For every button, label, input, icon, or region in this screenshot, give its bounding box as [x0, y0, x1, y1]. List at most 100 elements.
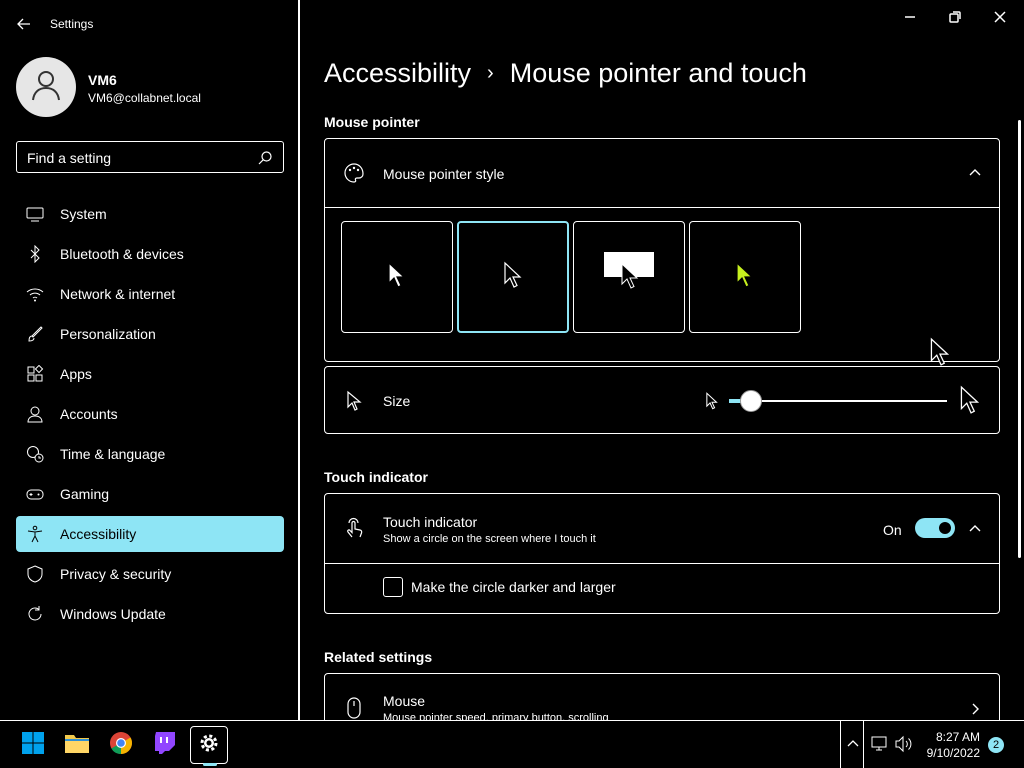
sidebar-item-windows-update[interactable]: Windows Update — [16, 596, 284, 632]
inverted-preview — [604, 252, 654, 302]
small-cursor-icon — [705, 392, 719, 415]
sidebar-item-personalization[interactable]: Personalization — [16, 316, 284, 352]
person-icon — [26, 405, 44, 423]
custom-color-cursor-icon — [735, 261, 755, 294]
sidebar-item-gaming[interactable]: Gaming — [16, 476, 284, 512]
sidebar-item-label: Privacy & security — [60, 566, 172, 582]
touch-hand-icon — [343, 517, 365, 539]
sidebar-nav: System Bluetooth & devices Network & int… — [16, 196, 284, 636]
clock[interactable]: 8:27 AM 9/10/2022 — [918, 729, 980, 761]
volume-icon[interactable] — [894, 735, 914, 758]
sidebar-item-label: Accessibility — [60, 526, 137, 542]
touch-indicator-header[interactable]: Touch indicator Show a circle on the scr… — [325, 494, 999, 563]
monitor-icon — [26, 205, 44, 223]
pointer-style-white[interactable] — [341, 221, 453, 333]
pointer-style-inverted[interactable] — [573, 221, 685, 333]
section-title-touch-indicator: Touch indicator — [324, 469, 428, 485]
update-icon — [26, 605, 44, 623]
sidebar-item-network[interactable]: Network & internet — [16, 276, 284, 312]
sidebar-item-accessibility[interactable]: Accessibility — [16, 516, 284, 552]
chrome-button[interactable] — [102, 726, 140, 764]
sidebar-item-time-language[interactable]: Time & language — [16, 436, 284, 472]
darker-circle-label: Make the circle darker and larger — [411, 579, 616, 595]
toggle-knob — [939, 522, 951, 534]
globe-clock-icon — [26, 445, 44, 463]
sidebar-item-label: Gaming — [60, 486, 110, 502]
sidebar-item-privacy[interactable]: Privacy & security — [16, 556, 284, 592]
sidebar-item-label: Windows Update — [60, 606, 166, 622]
sidebar-item-bluetooth[interactable]: Bluetooth & devices — [16, 236, 284, 272]
card-divider — [325, 207, 999, 208]
settings-button[interactable] — [190, 726, 228, 764]
sidebar-item-system[interactable]: System — [16, 196, 284, 232]
darker-circle-row: Make the circle darker and larger — [325, 563, 999, 613]
section-title-related-settings: Related settings — [324, 649, 433, 665]
cursor-icon — [343, 390, 365, 412]
chevron-right-icon — [968, 702, 982, 716]
chevron-up-icon[interactable] — [968, 166, 982, 180]
touch-indicator-card: Touch indicator Show a circle on the scr… — [324, 493, 1000, 614]
pointer-size-card: Size — [324, 366, 1000, 434]
page-title: Mouse pointer and touch — [509, 58, 807, 88]
sidebar-item-label: Network & internet — [60, 286, 176, 302]
clock-date: 9/10/2022 — [926, 746, 980, 760]
show-hidden-icons-button[interactable] — [840, 721, 864, 768]
chevron-up-icon[interactable] — [968, 522, 982, 536]
pointer-style-label: Mouse pointer style — [383, 166, 505, 182]
mouse-icon — [343, 697, 365, 719]
sidebar-item-label: System — [60, 206, 107, 222]
sidebar-item-label: Accounts — [60, 406, 118, 422]
app-title: Settings — [50, 17, 94, 31]
sidebar-item-accounts[interactable]: Accounts — [16, 396, 284, 432]
pointer-style-card: Mouse pointer style — [324, 138, 1000, 366]
size-slider-thumb[interactable] — [739, 390, 762, 412]
sidebar-item-apps[interactable]: Apps — [16, 356, 284, 392]
accessibility-icon — [26, 525, 44, 543]
pointer-size-label: Size — [383, 393, 411, 409]
sidebar-item-label: Apps — [60, 366, 92, 382]
chevron-up-icon — [846, 737, 860, 756]
windows-start-icon — [21, 731, 45, 760]
mouse-settings-label: Mouse — [383, 693, 426, 709]
settings-gear-icon — [198, 732, 220, 759]
shield-icon — [26, 565, 44, 583]
bluetooth-icon — [26, 244, 44, 264]
back-arrow-icon[interactable] — [14, 14, 34, 34]
file-explorer-icon — [64, 731, 90, 760]
clock-time: 8:27 AM — [935, 730, 980, 744]
pointer-style-custom[interactable] — [689, 221, 801, 333]
start-button[interactable] — [14, 726, 52, 764]
person-icon — [29, 68, 63, 107]
restore-icon[interactable] — [945, 7, 965, 27]
breadcrumb-parent[interactable]: Accessibility — [324, 58, 471, 88]
search-box[interactable] — [16, 141, 284, 173]
touch-indicator-toggle[interactable] — [915, 518, 955, 538]
chrome-icon — [109, 731, 133, 760]
breadcrumb: Accessibility › Mouse pointer and touch — [324, 58, 807, 89]
notification-badge[interactable]: 2 — [988, 737, 1004, 753]
wifi-icon — [26, 285, 44, 303]
search-icon[interactable] — [257, 150, 273, 166]
gamepad-icon — [26, 485, 44, 503]
toggle-state-label: On — [883, 522, 902, 538]
brush-icon — [26, 325, 44, 343]
darker-circle-checkbox[interactable] — [383, 577, 403, 597]
search-input[interactable] — [27, 148, 247, 168]
twitch-button[interactable] — [146, 726, 184, 764]
file-explorer-button[interactable] — [58, 726, 96, 764]
sidebar-item-label: Time & language — [60, 446, 166, 462]
close-icon[interactable] — [990, 7, 1010, 27]
black-cursor-icon — [503, 261, 523, 294]
network-icon[interactable] — [870, 735, 890, 758]
white-cursor-icon — [387, 261, 407, 294]
scrollbar[interactable] — [1018, 120, 1021, 558]
minimize-icon[interactable] — [900, 7, 920, 27]
pointer-style-black[interactable] — [457, 221, 569, 333]
user-name: VM6 — [88, 72, 117, 88]
section-title-mouse-pointer: Mouse pointer — [324, 114, 420, 130]
touch-indicator-description: Show a circle on the screen where I touc… — [383, 533, 596, 545]
pointer-style-header[interactable]: Mouse pointer style — [325, 139, 999, 207]
sidebar: Settings VM6 VM6@collabnet.local System … — [0, 0, 299, 720]
mouse-settings-link[interactable]: Mouse Mouse pointer speed, primary butto… — [324, 673, 1000, 720]
inverted-cursor-icon — [620, 262, 640, 295]
